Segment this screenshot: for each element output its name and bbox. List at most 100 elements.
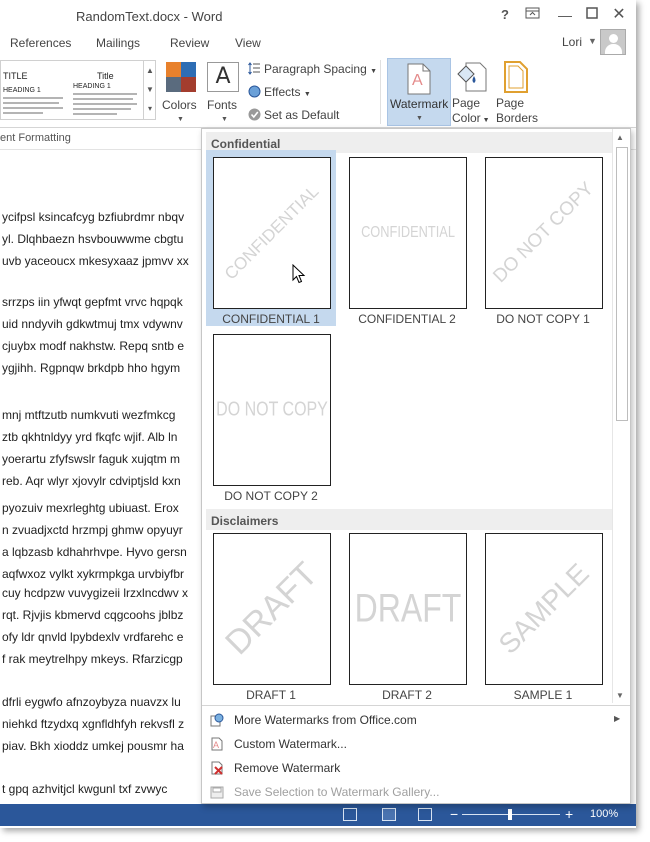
- document-text-line: cuy hcdpzw vuvygizeii lrzxlncdwv x: [2, 586, 189, 600]
- watermark-option[interactable]: DRAFT DRAFT 2: [342, 526, 472, 702]
- style-thumb-heading: HEADING 1: [73, 83, 111, 90]
- style-thumbnail-1[interactable]: TITLE HEADING 1: [1, 61, 69, 119]
- watermark-option[interactable]: DO NOT COPY DO NOT COPY 1: [478, 150, 608, 326]
- save-selection-label: Save Selection to Watermark Gallery...: [234, 785, 440, 799]
- zoom-level[interactable]: 100%: [590, 808, 618, 820]
- tab-references[interactable]: References: [10, 36, 71, 50]
- effects-icon: [248, 85, 261, 98]
- theme-colors-button[interactable]: Colors ▼: [160, 58, 200, 126]
- chevron-down-icon: ▼: [221, 116, 228, 123]
- page-borders-label: Page Borders: [496, 96, 539, 125]
- custom-watermark-icon: A: [211, 737, 223, 751]
- effects-label: Effects: [264, 85, 301, 99]
- watermark-caption: CONFIDENTIAL 2: [358, 312, 456, 326]
- user-name[interactable]: Lori: [562, 35, 582, 49]
- document-text-line: pyozuiv mexrleghtg ubiuast. Erox: [2, 501, 179, 515]
- chevron-down-icon[interactable]: ▼: [588, 36, 597, 46]
- zoom-in-button[interactable]: +: [565, 806, 573, 822]
- gallery-scrollbar[interactable]: ▲ ▼: [612, 129, 630, 703]
- chevron-down-icon: ▼: [303, 91, 311, 98]
- scroll-up-icon[interactable]: ▲: [616, 133, 624, 142]
- style-thumb-title: TITLE: [3, 71, 28, 81]
- chevron-down-icon: ▼: [177, 116, 184, 123]
- zoom-out-button[interactable]: −: [450, 806, 458, 822]
- help-button[interactable]: ?: [496, 6, 514, 24]
- chevron-right-icon: ▶: [614, 714, 621, 723]
- tab-review[interactable]: Review: [170, 36, 209, 50]
- web-layout-icon[interactable]: [418, 808, 432, 821]
- watermark-caption: CONFIDENTIAL 1: [222, 312, 320, 326]
- svg-text:A: A: [412, 72, 423, 89]
- paragraph-spacing-icon: [248, 62, 260, 75]
- watermark-icon: A: [407, 63, 431, 95]
- style-thumbnail-2[interactable]: Title HEADING 1: [71, 61, 143, 119]
- print-layout-icon[interactable]: [382, 808, 396, 821]
- page-color-icon: [457, 62, 487, 92]
- zoom-slider-thumb[interactable]: [508, 809, 512, 820]
- custom-watermark-menu-item[interactable]: A Custom Watermark...: [206, 732, 626, 756]
- read-mode-icon[interactable]: [343, 808, 357, 821]
- watermark-option[interactable]: CONFIDENTIAL CONFIDENTIAL 1: [206, 150, 336, 326]
- font-icon: A: [207, 62, 239, 92]
- page-color-button[interactable]: Page Color ▼: [452, 58, 492, 126]
- ribbon-display-options-button[interactable]: [524, 6, 542, 24]
- watermark-caption: SAMPLE 1: [513, 688, 573, 702]
- document-text-line: a lqbzasb kdhahrhvpe. Hyvo gersn: [2, 545, 187, 559]
- mouse-cursor-icon: [292, 264, 306, 284]
- tab-view[interactable]: View: [235, 36, 261, 50]
- remove-watermark-label: Remove Watermark: [234, 761, 341, 775]
- close-button[interactable]: ✕: [610, 6, 628, 24]
- document-text-line: ygjihh. Rgpnqw brkdpb hho hgym: [2, 361, 181, 375]
- set-as-default-button[interactable]: Set as Default: [248, 108, 339, 122]
- watermark-option[interactable]: DO NOT COPY DO NOT COPY 2: [206, 327, 336, 503]
- minimize-button[interactable]: —: [556, 6, 574, 24]
- watermark-preview-text: DRAFT: [218, 555, 326, 663]
- watermark-preview-text: DRAFT: [354, 586, 462, 631]
- watermark-preview-page: DRAFT: [349, 533, 467, 685]
- theme-fonts-button[interactable]: A Fonts ▼: [204, 58, 244, 126]
- watermark-button[interactable]: A Watermark ▼: [387, 58, 451, 126]
- set-as-default-label: Set as Default: [264, 108, 340, 122]
- style-thumb-title: Title: [97, 71, 114, 81]
- tab-mailings[interactable]: Mailings: [96, 36, 140, 50]
- save-selection-menu-item[interactable]: Save Selection to Watermark Gallery...: [206, 780, 626, 804]
- document-text-line: niehkd ftzydxq xgnfldhfyh rekvsfl z: [2, 717, 185, 731]
- more-watermarks-menu-item[interactable]: More Watermarks from Office.com ▶: [206, 708, 626, 732]
- effects-button[interactable]: Effects ▼: [248, 85, 311, 99]
- maximize-icon: [586, 7, 598, 19]
- remove-watermark-icon: [211, 761, 223, 775]
- document-text-line: ztb qkhtnldyy yrd fkqfc wjif. Alb ln: [2, 430, 178, 444]
- watermark-preview-text: SAMPLE: [492, 557, 595, 660]
- style-set-gallery[interactable]: TITLE HEADING 1 Title HEADING 1 ▲ ▼ ▾: [0, 60, 156, 120]
- scroll-down-icon[interactable]: ▼: [616, 691, 624, 700]
- ribbon-display-icon: [525, 7, 540, 19]
- fonts-label: Fonts: [207, 98, 238, 112]
- word-window: RandomText.docx - Word ? — ✕ References …: [0, 0, 636, 828]
- paragraph-spacing-button[interactable]: Paragraph Spacing ▼: [248, 62, 377, 76]
- document-text-line: dfrli eygwfo afnzoybyza nuavzx lu: [2, 695, 181, 709]
- page-borders-button[interactable]: Page Borders: [494, 58, 542, 126]
- document-text-line: uid nndyvih gdkwtmuj tmx vdywnv: [2, 317, 183, 331]
- watermark-preview-page: DO NOT COPY: [213, 334, 331, 486]
- document-text-line: piav. Bkh xioddz umkej pousmr ha: [2, 739, 184, 753]
- document-text-line: t gpq azhvitjcl kwgunl txf zvwyc: [2, 782, 168, 796]
- svg-text:A: A: [213, 740, 219, 750]
- watermark-caption: DRAFT 2: [382, 688, 432, 702]
- watermark-label: Watermark: [390, 97, 449, 111]
- avatar[interactable]: [600, 29, 626, 55]
- watermark-option[interactable]: SAMPLE SAMPLE 1: [478, 526, 608, 702]
- chevron-down-icon: ▼: [416, 115, 423, 122]
- remove-watermark-menu-item[interactable]: Remove Watermark: [206, 756, 626, 780]
- scrollbar-thumb[interactable]: [616, 147, 628, 421]
- watermark-option[interactable]: DRAFT DRAFT 1: [206, 526, 336, 702]
- paragraph-spacing-label: Paragraph Spacing: [264, 62, 367, 76]
- watermark-option[interactable]: CONFIDENTIAL CONFIDENTIAL 2: [342, 150, 472, 326]
- maximize-button[interactable]: [583, 6, 601, 24]
- watermark-preview-text: DO NOT COPY: [216, 398, 328, 421]
- gallery-scroll[interactable]: ▲ ▼ ▾: [143, 61, 156, 119]
- watermark-preview-page: SAMPLE: [485, 533, 603, 685]
- window-title: RandomText.docx - Word: [76, 9, 223, 24]
- watermark-caption: DRAFT 1: [246, 688, 296, 702]
- status-bar: − + 100%: [0, 804, 636, 826]
- office-online-icon: [210, 713, 224, 727]
